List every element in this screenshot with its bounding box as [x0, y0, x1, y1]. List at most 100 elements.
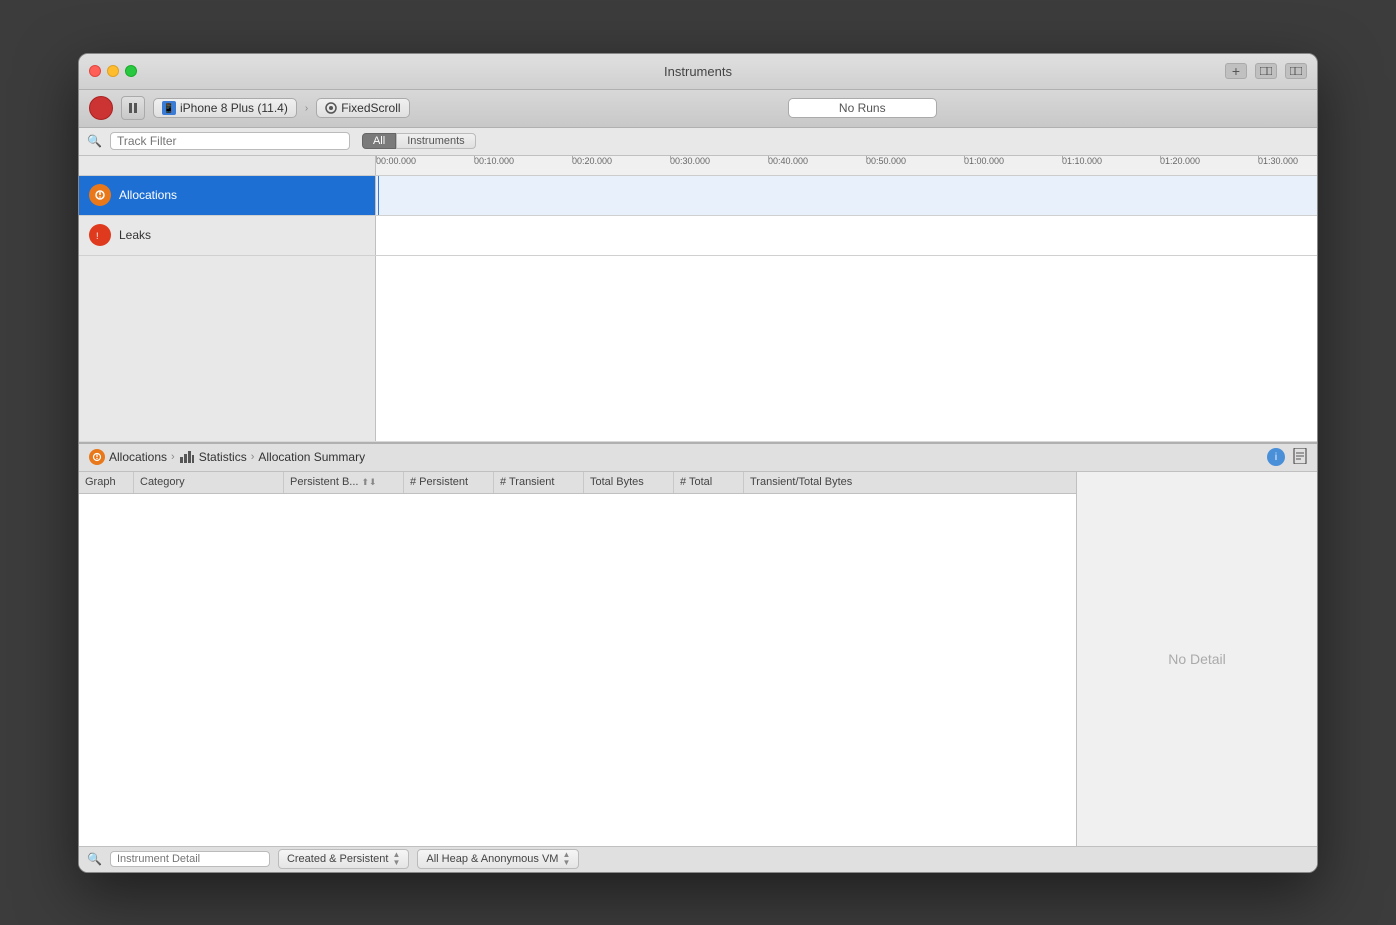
window-title: Instruments — [664, 64, 732, 79]
device-selector[interactable]: 📱 iPhone 8 Plus (11.4) — [153, 98, 297, 118]
filter-tabs: All Instruments — [362, 133, 476, 149]
breadcrumb-alloc-label: Allocations — [109, 450, 167, 464]
runs-label: No Runs — [839, 101, 886, 115]
filter-bar: 🔍 All Instruments — [79, 128, 1317, 156]
track-filter-input[interactable] — [110, 132, 350, 150]
table-area: Graph Category Persistent B... ⬆⬇ # Pers… — [79, 472, 1317, 846]
th-persistent-bytes[interactable]: Persistent B... ⬆⬇ — [284, 472, 404, 493]
track-label-allocations[interactable]: Allocations — [79, 176, 376, 215]
tick-7: 01:10.000 — [1062, 156, 1102, 166]
th-category[interactable]: Category — [134, 472, 284, 493]
target-label: FixedScroll — [341, 101, 400, 115]
detail-panel: No Detail — [1077, 472, 1317, 846]
breadcrumb-separator-1: › — [305, 103, 308, 114]
leaks-timeline[interactable] — [376, 216, 1317, 255]
minimize-button[interactable] — [107, 65, 119, 77]
target-selector[interactable]: FixedScroll — [316, 98, 409, 118]
cursor-line — [378, 176, 379, 215]
empty-timeline-area — [376, 256, 1317, 441]
tick-6: 01:00.000 — [964, 156, 1004, 166]
th-num-total[interactable]: # Total — [674, 472, 744, 493]
instruments-window: Instruments + 📱 iPhone 8 Plus (11.4) › — [78, 53, 1318, 873]
heap-vm-dropdown[interactable]: All Heap & Anonymous VM ▲ ▼ — [417, 849, 579, 869]
add-instrument-button[interactable]: + — [1225, 63, 1247, 79]
tick-2: 00:20.000 — [572, 156, 612, 166]
close-button[interactable] — [89, 65, 101, 77]
svg-text:!: ! — [96, 231, 99, 241]
breadcrumb-summary-label: Allocation Summary — [258, 450, 365, 464]
th-num-transient-label: # Transient — [500, 476, 554, 488]
breadcrumb-stats-icon — [179, 449, 195, 465]
table-body[interactable] — [79, 494, 1076, 846]
no-detail-label: No Detail — [1168, 651, 1226, 667]
runs-selector[interactable]: No Runs — [788, 98, 937, 118]
tracks-area: Allocations ! Leaks — [79, 176, 1317, 442]
filter-tab-all[interactable]: All — [362, 133, 396, 149]
th-transient-total[interactable]: Transient/Total Bytes — [744, 472, 1076, 493]
allocations-icon — [89, 184, 111, 206]
ruler-ticks: 00:00.000 00:10.000 00:20.000 00:30.000 … — [376, 156, 1317, 175]
dropdown2-arrows: ▲ ▼ — [562, 851, 570, 867]
window-layout-button-1[interactable] — [1255, 63, 1277, 79]
pause-button[interactable] — [121, 96, 145, 120]
device-label: iPhone 8 Plus (11.4) — [180, 101, 288, 115]
th-num-total-label: # Total — [680, 476, 712, 488]
main-content: 00:00.000 00:10.000 00:20.000 00:30.000 … — [79, 156, 1317, 872]
tick-1: 00:10.000 — [474, 156, 514, 166]
breadcrumb-allocation-summary[interactable]: Allocation Summary — [258, 450, 365, 464]
breadcrumb-alloc-icon — [89, 449, 105, 465]
breadcrumb-actions: i — [1267, 448, 1307, 467]
tick-3: 00:30.000 — [670, 156, 710, 166]
breadcrumb-sep-2: › — [251, 451, 255, 463]
th-graph[interactable]: Graph — [79, 472, 134, 493]
th-num-transient[interactable]: # Transient — [494, 472, 584, 493]
ruler-spacer — [79, 156, 376, 175]
breadcrumb-statistics[interactable]: Statistics — [179, 449, 247, 465]
th-persistent-bytes-label: Persistent B... — [290, 476, 358, 488]
th-category-label: Category — [140, 476, 185, 488]
leaks-label: Leaks — [119, 228, 151, 242]
th-transient-total-label: Transient/Total Bytes — [750, 476, 852, 488]
leaks-icon: ! — [89, 224, 111, 246]
breadcrumb-statistics-label: Statistics — [199, 450, 247, 464]
empty-track-area — [79, 256, 1317, 442]
dropdown1-arrows: ▲ ▼ — [392, 851, 400, 867]
tick-5: 00:50.000 — [866, 156, 906, 166]
traffic-lights — [89, 65, 137, 77]
sort-arrow: ⬆⬇ — [361, 477, 376, 488]
th-num-persistent-label: # Persistent — [410, 476, 468, 488]
tick-8: 01:20.000 — [1160, 156, 1200, 166]
th-num-persistent[interactable]: # Persistent — [404, 472, 494, 493]
empty-label-area — [79, 256, 376, 441]
bottom-filter-bar: 🔍 Created & Persistent ▲ ▼ All Heap & An… — [79, 846, 1317, 872]
created-persistent-dropdown[interactable]: Created & Persistent ▲ ▼ — [278, 849, 409, 869]
device-icon: 📱 — [162, 101, 176, 115]
filter-tab-instruments[interactable]: Instruments — [396, 133, 475, 149]
bottom-filter-icon: 🔍 — [87, 852, 102, 866]
allocations-timeline[interactable] — [376, 176, 1317, 215]
info-action-button[interactable]: i — [1267, 448, 1285, 466]
breadcrumb-allocations[interactable]: Allocations — [89, 449, 167, 465]
record-button[interactable] — [89, 96, 113, 120]
toolbar: 📱 iPhone 8 Plus (11.4) › FixedScroll No … — [79, 90, 1317, 128]
breadcrumb-bar: Allocations › Statistics › — [79, 444, 1317, 472]
tick-0: 00:00.000 — [376, 156, 416, 166]
window-layout-button-2[interactable] — [1285, 63, 1307, 79]
breadcrumb-sep-1: › — [171, 451, 175, 463]
timeline-ruler: 00:00.000 00:10.000 00:20.000 00:30.000 … — [79, 156, 1317, 176]
target-icon — [325, 102, 337, 114]
runs-container: No Runs — [418, 98, 1307, 118]
track-row-leaks[interactable]: ! Leaks — [79, 216, 1317, 256]
track-row-allocations[interactable]: Allocations — [79, 176, 1317, 216]
dropdown1-label: Created & Persistent — [287, 853, 389, 865]
track-label-leaks[interactable]: ! Leaks — [79, 216, 376, 255]
instrument-detail-input[interactable] — [110, 851, 270, 867]
th-total-bytes[interactable]: Total Bytes — [584, 472, 674, 493]
table-left: Graph Category Persistent B... ⬆⬇ # Pers… — [79, 472, 1077, 846]
document-action-button[interactable] — [1293, 448, 1307, 467]
tick-4: 00:40.000 — [768, 156, 808, 166]
titlebar-right: + — [1225, 63, 1307, 79]
titlebar: Instruments + — [79, 54, 1317, 90]
tick-9: 01:30.000 — [1258, 156, 1298, 166]
maximize-button[interactable] — [125, 65, 137, 77]
